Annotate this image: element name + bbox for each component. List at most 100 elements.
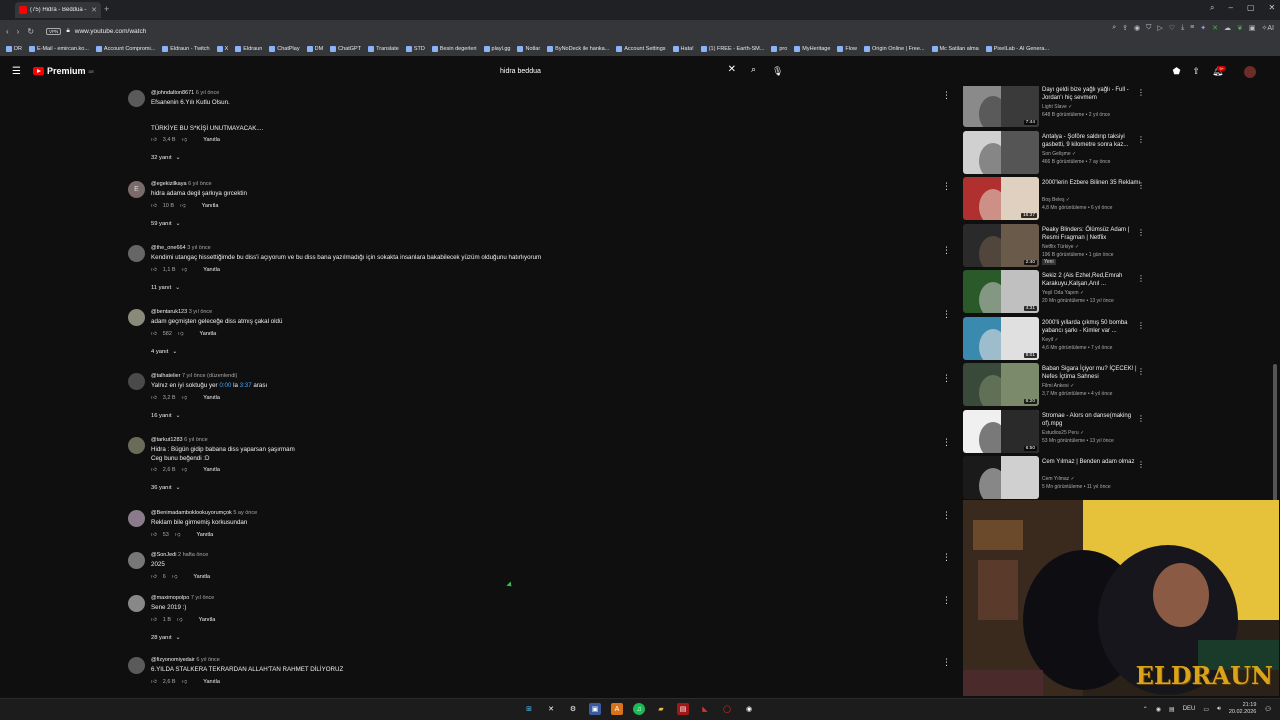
- commenter-avatar[interactable]: [128, 437, 145, 454]
- hamburger-menu-icon[interactable]: ☰: [12, 66, 21, 77]
- heart-icon[interactable]: ♡: [1169, 24, 1175, 32]
- search-input[interactable]: hidra beddua: [500, 68, 541, 75]
- comment-menu-icon[interactable]: ⋮: [942, 245, 951, 256]
- reply-button[interactable]: Yanıtla: [202, 203, 219, 209]
- comment-menu-icon[interactable]: ⋮: [942, 437, 951, 448]
- video-menu-icon[interactable]: ⋮: [1137, 228, 1145, 237]
- opera-icon[interactable]: ◯: [721, 703, 733, 715]
- video-title[interactable]: Antalya - Şoföre saldırıp taksiyi gasbet…: [1042, 133, 1142, 149]
- comment-author[interactable]: @talhatelier: [151, 373, 180, 379]
- comment-author[interactable]: @bentaruk123: [151, 309, 187, 315]
- bookmark-item[interactable]: STD: [405, 46, 425, 52]
- spotify-icon[interactable]: ♫: [633, 703, 645, 715]
- video-title[interactable]: Sekiz 2 (Ais Ezhel,Red,Emrah Karakuyu,Ka…: [1042, 272, 1142, 288]
- video-thumbnail[interactable]: 6:50: [963, 409, 1039, 453]
- channel-name[interactable]: Light Slave ✓: [1042, 104, 1072, 110]
- bookmark-item[interactable]: X: [216, 46, 228, 52]
- video-thumbnail[interactable]: 6:20: [963, 363, 1039, 406]
- video-menu-icon[interactable]: ⋮: [1137, 414, 1145, 423]
- like-icon[interactable]: 👍︎: [151, 467, 157, 473]
- commenter-avatar[interactable]: [128, 309, 145, 326]
- show-replies-button[interactable]: 4 yanıt ⌄: [151, 349, 177, 355]
- bookmark-item[interactable]: Eldraun - Twitch: [162, 46, 210, 52]
- search-tabs-icon[interactable]: ⌕: [1210, 3, 1214, 13]
- like-icon[interactable]: 👍︎: [151, 532, 157, 538]
- vpn-badge[interactable]: VPN: [46, 27, 62, 35]
- dislike-icon[interactable]: 👎︎: [182, 467, 188, 473]
- bookmark-item[interactable]: Translate: [368, 46, 399, 52]
- channel-name[interactable]: Estudios25 Peru ✓: [1042, 430, 1084, 436]
- video-thumbnail[interactable]: 4:31: [963, 270, 1039, 313]
- reply-button[interactable]: Yanıtla: [196, 532, 213, 538]
- related-video-item[interactable]: 7:44 Dayı geldi bize yağlı yağlı - Full -…: [963, 86, 1163, 129]
- minimize-icon[interactable]: –: [1228, 3, 1232, 13]
- tray-app-icon[interactable]: ◉: [1156, 706, 1161, 713]
- comment-author[interactable]: @tarkut1283: [151, 437, 183, 443]
- bookmark-item[interactable]: E-Mail - emircan.ko...: [28, 46, 89, 52]
- extension-cloud-icon[interactable]: ☁: [1224, 24, 1231, 32]
- comment-author[interactable]: @Benimadamboklookuyorumçok: [151, 510, 232, 516]
- browser-tab-active[interactable]: (75) Hidra - Beddua - ✕: [15, 2, 101, 18]
- comment-menu-icon[interactable]: ⋮: [942, 595, 951, 606]
- extension-leaf-icon[interactable]: ❦: [1237, 24, 1243, 32]
- obs-icon[interactable]: ◉: [743, 703, 755, 715]
- back-icon[interactable]: ‹: [6, 27, 9, 36]
- reload-icon[interactable]: ↻: [27, 27, 34, 36]
- like-icon[interactable]: 👍︎: [151, 331, 157, 337]
- show-replies-button[interactable]: 32 yanıt ⌄: [151, 155, 181, 161]
- bookmark-item[interactable]: PixelLab - AI Genera...: [985, 46, 1049, 52]
- reply-button[interactable]: Yanıtla: [203, 137, 220, 143]
- channel-name[interactable]: Yeşil Oda Yapım ✓: [1042, 290, 1084, 296]
- bookmark-item[interactable]: DM: [306, 46, 323, 52]
- channel-name[interactable]: Netflix Türkiye ✓: [1042, 244, 1079, 250]
- language-indicator[interactable]: DEU: [1183, 706, 1196, 712]
- bookmark-item[interactable]: Eldraun: [235, 46, 262, 52]
- extension-box-icon[interactable]: ▣: [1249, 24, 1256, 32]
- bookmark-item[interactable]: pro: [771, 46, 787, 52]
- video-menu-icon[interactable]: ⋮: [1137, 135, 1145, 144]
- app-red-icon[interactable]: ▤: [677, 703, 689, 715]
- address-bar[interactable]: VPN 🔒︎ www.youtube.com/watch: [46, 23, 1006, 39]
- bookmark-item[interactable]: Hata!: [672, 46, 694, 52]
- bookmark-item[interactable]: DR: [6, 46, 22, 52]
- shield-icon[interactable]: ⛉: [1146, 24, 1151, 32]
- video-thumbnail[interactable]: [963, 456, 1039, 499]
- commenter-avatar[interactable]: [128, 595, 145, 612]
- related-video-item[interactable]: 6:50 Stromae - Alors on danse(making of).…: [963, 409, 1163, 455]
- bookmark-item[interactable]: ChatGPT: [330, 46, 361, 52]
- share-icon[interactable]: ⇪: [1122, 24, 1128, 32]
- new-tab-button[interactable]: +: [104, 4, 109, 14]
- camera-icon[interactable]: ◉: [1134, 24, 1140, 32]
- comment-author[interactable]: @johndalton8671: [151, 90, 194, 96]
- video-menu-icon[interactable]: ⋮: [1137, 321, 1145, 330]
- video-menu-icon[interactable]: ⋮: [1137, 274, 1145, 283]
- comment-menu-icon[interactable]: ⋮: [942, 90, 951, 101]
- settings-gear-icon[interactable]: ⚙: [567, 703, 579, 715]
- related-video-item[interactable]: 4:31 Sekiz 2 (Ais Ezhel,Red,Emrah Karakuy…: [963, 270, 1163, 315]
- dislike-icon[interactable]: 👎︎: [182, 267, 188, 273]
- show-replies-button[interactable]: 11 yanıt ⌄: [151, 285, 180, 291]
- video-thumbnail[interactable]: 16:37: [963, 177, 1039, 220]
- comment-menu-icon[interactable]: ⋮: [942, 373, 951, 384]
- bookmark-item[interactable]: ByNoDeck ile hanka...: [547, 46, 609, 52]
- account-avatar[interactable]: [1244, 66, 1256, 78]
- xbox-icon[interactable]: ✕: [545, 703, 557, 715]
- commenter-avatar[interactable]: [128, 552, 145, 569]
- dislike-icon[interactable]: 👎︎: [182, 137, 188, 143]
- cast-icon[interactable]: ⬟: [1173, 66, 1181, 78]
- search-box[interactable]: hidra beddua ✕ ⌕: [492, 62, 762, 80]
- video-thumbnail[interactable]: 8:01: [963, 316, 1039, 360]
- display-icon[interactable]: ▭: [1203, 706, 1209, 713]
- maximize-icon[interactable]: ▢: [1247, 3, 1255, 13]
- commenter-avatar[interactable]: [128, 657, 145, 674]
- forward-icon[interactable]: ›: [17, 27, 20, 36]
- comment-menu-icon[interactable]: ⋮: [942, 552, 951, 563]
- microphone-icon[interactable]: 🎙︎: [772, 66, 783, 77]
- commenter-avatar[interactable]: [128, 373, 145, 390]
- dislike-icon[interactable]: 👎︎: [180, 203, 186, 209]
- show-replies-button[interactable]: 59 yanıt ⌄: [151, 221, 181, 227]
- related-video-item[interactable]: 8:01 2000'li yıllarda çıkmış 50 bomba yab…: [963, 316, 1163, 362]
- commenter-avatar[interactable]: [128, 90, 145, 107]
- show-replies-button[interactable]: 36 yanıt ⌄: [151, 485, 181, 491]
- extension-purple-icon[interactable]: ✦: [1200, 24, 1206, 32]
